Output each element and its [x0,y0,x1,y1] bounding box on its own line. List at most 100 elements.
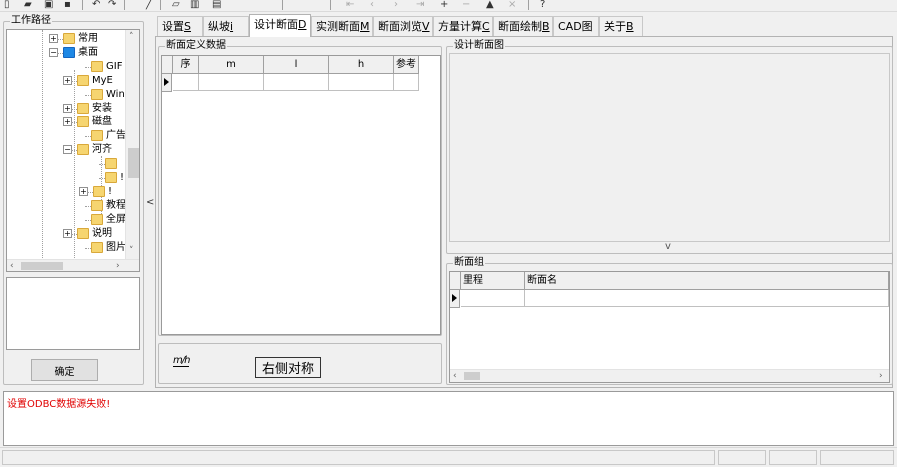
tree-horizontal-scrollbar[interactable]: ‹ › [7,259,139,271]
status-bar [0,447,897,467]
table-icon[interactable]: ▥ [190,0,199,10]
save-icon[interactable]: ▪ [64,0,71,10]
design-section-canvas[interactable] [449,53,890,242]
tab-hotkey: i [230,20,234,33]
tab-7[interactable]: CAD图 [553,16,599,36]
section-definition-grid[interactable]: 序 m l h 参考 [161,55,441,335]
tree-node[interactable]: + 磁盘 [7,115,125,129]
tree-node[interactable]: + MyE [7,74,125,88]
grid-cell[interactable] [461,290,525,307]
scroll-left-icon[interactable]: ‹ [10,261,14,271]
tree-node[interactable] [7,157,125,171]
open-folder-icon[interactable]: ▰ [24,0,32,10]
tree-node[interactable]: − 桌面 [7,46,125,60]
toolbar-separator [124,0,125,10]
tree-node[interactable]: ! [7,171,125,185]
tab-4[interactable]: 断面浏览V [373,16,433,36]
folder-icon [91,88,103,100]
tab-label: 实测断面 [316,20,360,33]
tab-3[interactable]: 实测断面M [311,16,373,36]
column-header-ref[interactable]: 参考 [394,56,419,74]
tree-node-label: 说明 [92,227,112,239]
delete-icon[interactable]: × [508,0,516,10]
table-icon[interactable]: ▤ [212,0,221,10]
grid-cell[interactable] [525,290,889,307]
toolbar: ▯ ▰ ▣ ▪ ↶ ↷ ╱ ▱ ▥ ▤ ⇤ ‹ › ⇥ + − ▲ × ? [0,0,897,12]
status-panel [2,450,715,465]
tab-0[interactable]: 设置S [157,16,203,36]
scroll-right-icon[interactable]: › [879,371,883,381]
tree-node[interactable]: 教程 [7,199,126,213]
tree-node[interactable]: GIF [7,60,125,74]
grid-cell[interactable] [264,74,329,91]
chart-icon[interactable]: ▱ [172,0,180,10]
tab-5[interactable]: 方量计算C [433,16,493,36]
tree-node-label: Win [106,88,125,100]
design-view-title: 设计断面图 [453,39,505,53]
confirm-button[interactable]: 确定 [31,359,98,381]
tab-6[interactable]: 断面绘制B [493,16,553,36]
tree-node[interactable]: 图片 [7,241,126,255]
column-header-mileage[interactable]: 里程 [461,272,525,290]
redo-icon[interactable]: ↷ [108,0,116,10]
scroll-thumb[interactable] [464,372,480,380]
grid-cell[interactable] [329,74,394,91]
tree-node-label: 安装 [92,102,112,114]
tab-hotkey: C [482,20,490,33]
tab-1[interactable]: 纵坡i [203,16,249,36]
remove-icon[interactable]: − [462,0,470,10]
tree-node-label: 河齐 [92,144,112,156]
first-icon[interactable]: ⇤ [346,0,354,10]
scroll-thumb[interactable] [21,262,63,270]
toolbar-separator [160,0,161,10]
section-group-grid[interactable]: 里程 断面名 ‹ › [449,271,890,383]
next-icon[interactable]: › [394,0,398,10]
tree-node[interactable]: + 安装 [7,102,125,116]
scroll-down-icon[interactable]: ˅ [129,246,134,256]
tree-node[interactable]: − 河齐 [7,143,125,157]
new-document-icon[interactable]: ▯ [4,0,10,10]
tree-node-label: ! [108,185,113,197]
tree-node[interactable]: Win [7,88,125,102]
scroll-right-icon[interactable]: › [116,261,120,271]
tree-node[interactable]: +! [7,185,125,199]
cursor-icon[interactable]: ╱ [146,0,152,10]
section-definition-title: 断面定义数据 [165,39,227,53]
column-header-section-name[interactable]: 断面名 [525,272,889,290]
tab-8[interactable]: 关于B [599,16,643,36]
prev-icon[interactable]: ‹ [370,0,374,10]
scroll-left-icon[interactable]: ‹ [453,371,457,381]
up-icon[interactable]: ▲ [486,0,494,10]
column-header-h[interactable]: h [329,56,394,74]
tree-node[interactable]: + 常用 [7,32,125,46]
tree-node[interactable]: 全屏 [7,213,126,227]
grid-cell[interactable] [394,74,419,91]
column-header-l[interactable]: l [264,56,329,74]
splitter-down-icon[interactable]: v [665,241,671,252]
scroll-thumb[interactable] [128,148,139,178]
tree-vertical-scrollbar[interactable]: ˄ ˅ [125,30,139,259]
slope-ratio-icon[interactable]: m/h [173,355,190,367]
tab-2[interactable]: 设计断面D [249,14,311,37]
section-grid-horizontal-scrollbar[interactable]: ‹ › [450,369,889,382]
undo-icon[interactable]: ↶ [92,0,100,10]
tree-node[interactable]: + 说明 [7,227,125,241]
file-list[interactable] [6,277,140,350]
scroll-up-icon[interactable]: ˄ [129,32,134,42]
grid-cell[interactable] [173,74,199,91]
settings-icon[interactable]: ▣ [44,0,53,10]
column-header-seq[interactable]: 序 [173,56,199,74]
folder-tree[interactable]: + 常用 − 桌面 GIF + MyE Win + 安装 + 磁盘 广告 − 河齐! +! 教程 全屏 + 说明 图片 … [6,29,140,272]
tree-node[interactable]: 广告 [7,129,126,143]
tab-label: CAD图 [558,20,593,33]
tab-label: 设计断面 [254,18,298,31]
tab-hotkey: S [184,20,191,33]
column-header-m[interactable]: m [199,56,264,74]
add-icon[interactable]: + [440,0,448,10]
grid-cell[interactable] [199,74,264,91]
help-icon[interactable]: ? [540,0,545,10]
mirror-right-button[interactable]: 右侧对称 [255,357,321,378]
last-icon[interactable]: ⇥ [416,0,424,10]
folder-icon [77,144,89,156]
tab-label: 断面浏览 [378,20,422,33]
